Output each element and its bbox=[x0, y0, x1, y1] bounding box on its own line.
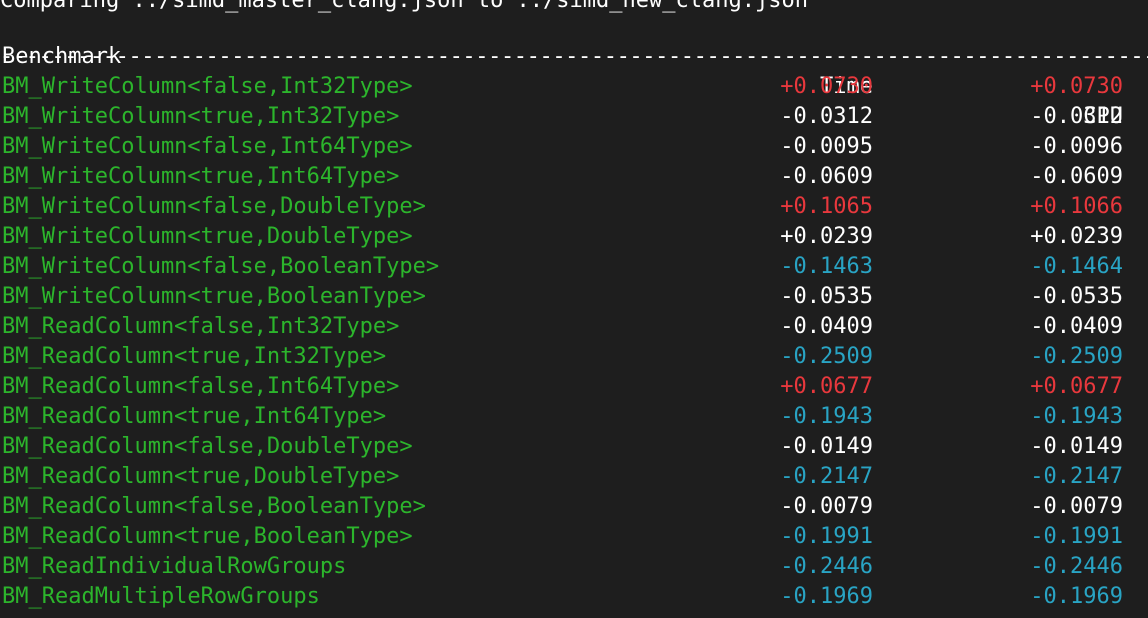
terminal-window[interactable]: Comparing ../simd_master_clang.json to .… bbox=[0, 0, 1148, 618]
time-delta: -0.2446 bbox=[780, 554, 873, 579]
time-delta: -0.0149 bbox=[780, 434, 873, 459]
table-row: BM_ReadColumn<true,Int32Type> -0.2509 -0.2… bbox=[0, 342, 1148, 372]
table-row: BM_WriteColumn<true,Int64Type> -0.0609 -0.… bbox=[0, 162, 1148, 192]
benchmark-name: BM_ReadColumn<true,Int32Type> bbox=[2, 344, 387, 369]
cpu-delta: +0.0239 bbox=[1030, 224, 1123, 249]
cpu-delta: -0.0609 bbox=[1030, 164, 1123, 189]
time-delta: -0.0312 bbox=[780, 104, 873, 129]
time-delta: -0.2147 bbox=[780, 464, 873, 489]
cpu-delta: +0.0730 bbox=[1030, 74, 1123, 99]
table-row: BM_ReadColumn<false,BooleanType> -0.0079 -… bbox=[0, 492, 1148, 522]
benchmark-name: BM_WriteColumn<true,Int64Type> bbox=[2, 164, 400, 189]
table-row: BM_ReadColumn<true,BooleanType> -0.1991 -0… bbox=[0, 522, 1148, 552]
cpu-delta: -0.0312 bbox=[1030, 104, 1123, 129]
benchmark-name: BM_ReadIndividualRowGroups bbox=[2, 554, 347, 579]
benchmark-name: BM_WriteColumn<true,BooleanType> bbox=[2, 284, 426, 309]
table-header: Benchmark Time CPU bbox=[0, 12, 1148, 129]
benchmark-name: BM_WriteColumn<false,Int64Type> bbox=[2, 134, 413, 159]
benchmark-name: BM_WriteColumn<false,DoubleType> bbox=[2, 194, 426, 219]
table-row: BM_ReadColumn<false,Int64Type> +0.0677 +0.… bbox=[0, 372, 1148, 402]
table-row: BM_ReadColumn<false,Int32Type> -0.0409 -0.… bbox=[0, 312, 1148, 342]
table-row: BM_WriteColumn<true,DoubleType> +0.0239 +0… bbox=[0, 222, 1148, 252]
time-delta: +0.0730 bbox=[780, 74, 873, 99]
time-delta: -0.0535 bbox=[780, 284, 873, 309]
time-delta: +0.0677 bbox=[780, 374, 873, 399]
truncated-output-line bbox=[0, 606, 1148, 618]
cpu-delta: -0.0409 bbox=[1030, 314, 1123, 339]
benchmark-name: BM_ReadColumn<true,Int64Type> bbox=[2, 404, 387, 429]
cpu-delta: -0.0149 bbox=[1030, 434, 1123, 459]
time-delta: -0.0409 bbox=[780, 314, 873, 339]
table-row: BM_ReadColumn<true,Int64Type> -0.1943 -0.1… bbox=[0, 402, 1148, 432]
benchmark-name: BM_ReadColumn<false,DoubleType> bbox=[2, 434, 413, 459]
time-delta: +0.1065 bbox=[780, 194, 873, 219]
table-row: BM_WriteColumn<false,Int64Type> -0.0095 -0… bbox=[0, 132, 1148, 162]
benchmark-name: BM_ReadColumn<false,BooleanType> bbox=[2, 494, 426, 519]
table-row: BM_ReadColumn<false,DoubleType> -0.0149 -0… bbox=[0, 432, 1148, 462]
cpu-delta: -0.2446 bbox=[1030, 554, 1123, 579]
cpu-delta: -0.2147 bbox=[1030, 464, 1123, 489]
cpu-delta: -0.1991 bbox=[1030, 524, 1123, 549]
benchmark-name: BM_ReadColumn<true,BooleanType> bbox=[2, 524, 413, 549]
table-row: BM_WriteColumn<false,Int32Type> +0.0730 +0… bbox=[0, 72, 1148, 102]
benchmark-name: BM_WriteColumn<true,Int32Type> bbox=[2, 104, 400, 129]
cpu-delta: -0.0079 bbox=[1030, 494, 1123, 519]
table-row: BM_WriteColumn<true,Int32Type> -0.0312 -0.… bbox=[0, 102, 1148, 132]
cpu-delta: -0.1943 bbox=[1030, 404, 1123, 429]
cpu-delta: +0.1066 bbox=[1030, 194, 1123, 219]
time-delta: -0.0095 bbox=[780, 134, 873, 159]
benchmark-name: BM_WriteColumn<false,Int32Type> bbox=[2, 74, 413, 99]
cpu-delta: -0.1464 bbox=[1030, 254, 1123, 279]
benchmark-name: BM_ReadColumn<true,DoubleType> bbox=[2, 464, 400, 489]
cpu-delta: -0.2509 bbox=[1030, 344, 1123, 369]
time-delta: -0.1991 bbox=[780, 524, 873, 549]
table-row: BM_ReadColumn<true,DoubleType> -0.2147 -0.… bbox=[0, 462, 1148, 492]
benchmark-name: BM_WriteColumn<false,BooleanType> bbox=[2, 254, 440, 279]
time-delta: -0.2509 bbox=[780, 344, 873, 369]
time-delta: -0.1463 bbox=[780, 254, 873, 279]
benchmark-name: BM_ReadColumn<false,Int64Type> bbox=[2, 374, 400, 399]
header-separator: ----------------------------------------… bbox=[0, 44, 1148, 69]
table-row: BM_WriteColumn<false,BooleanType> -0.1463… bbox=[0, 252, 1148, 282]
cpu-delta: -0.0096 bbox=[1030, 134, 1123, 159]
cpu-delta: -0.0535 bbox=[1030, 284, 1123, 309]
table-row: BM_ReadIndividualRowGroups -0.2446 -0.2446 bbox=[0, 552, 1148, 582]
cpu-delta: +0.0677 bbox=[1030, 374, 1123, 399]
benchmark-name: BM_WriteColumn<true,DoubleType> bbox=[2, 224, 413, 249]
time-delta: -0.0609 bbox=[780, 164, 873, 189]
table-row: BM_WriteColumn<true,BooleanType> -0.0535 -… bbox=[0, 282, 1148, 312]
benchmark-name: BM_ReadColumn<false,Int32Type> bbox=[2, 314, 400, 339]
time-delta: -0.1943 bbox=[780, 404, 873, 429]
table-row: BM_WriteColumn<false,DoubleType> +0.1065 +… bbox=[0, 192, 1148, 222]
time-delta: +0.0239 bbox=[780, 224, 873, 249]
time-delta: -0.0079 bbox=[780, 494, 873, 519]
